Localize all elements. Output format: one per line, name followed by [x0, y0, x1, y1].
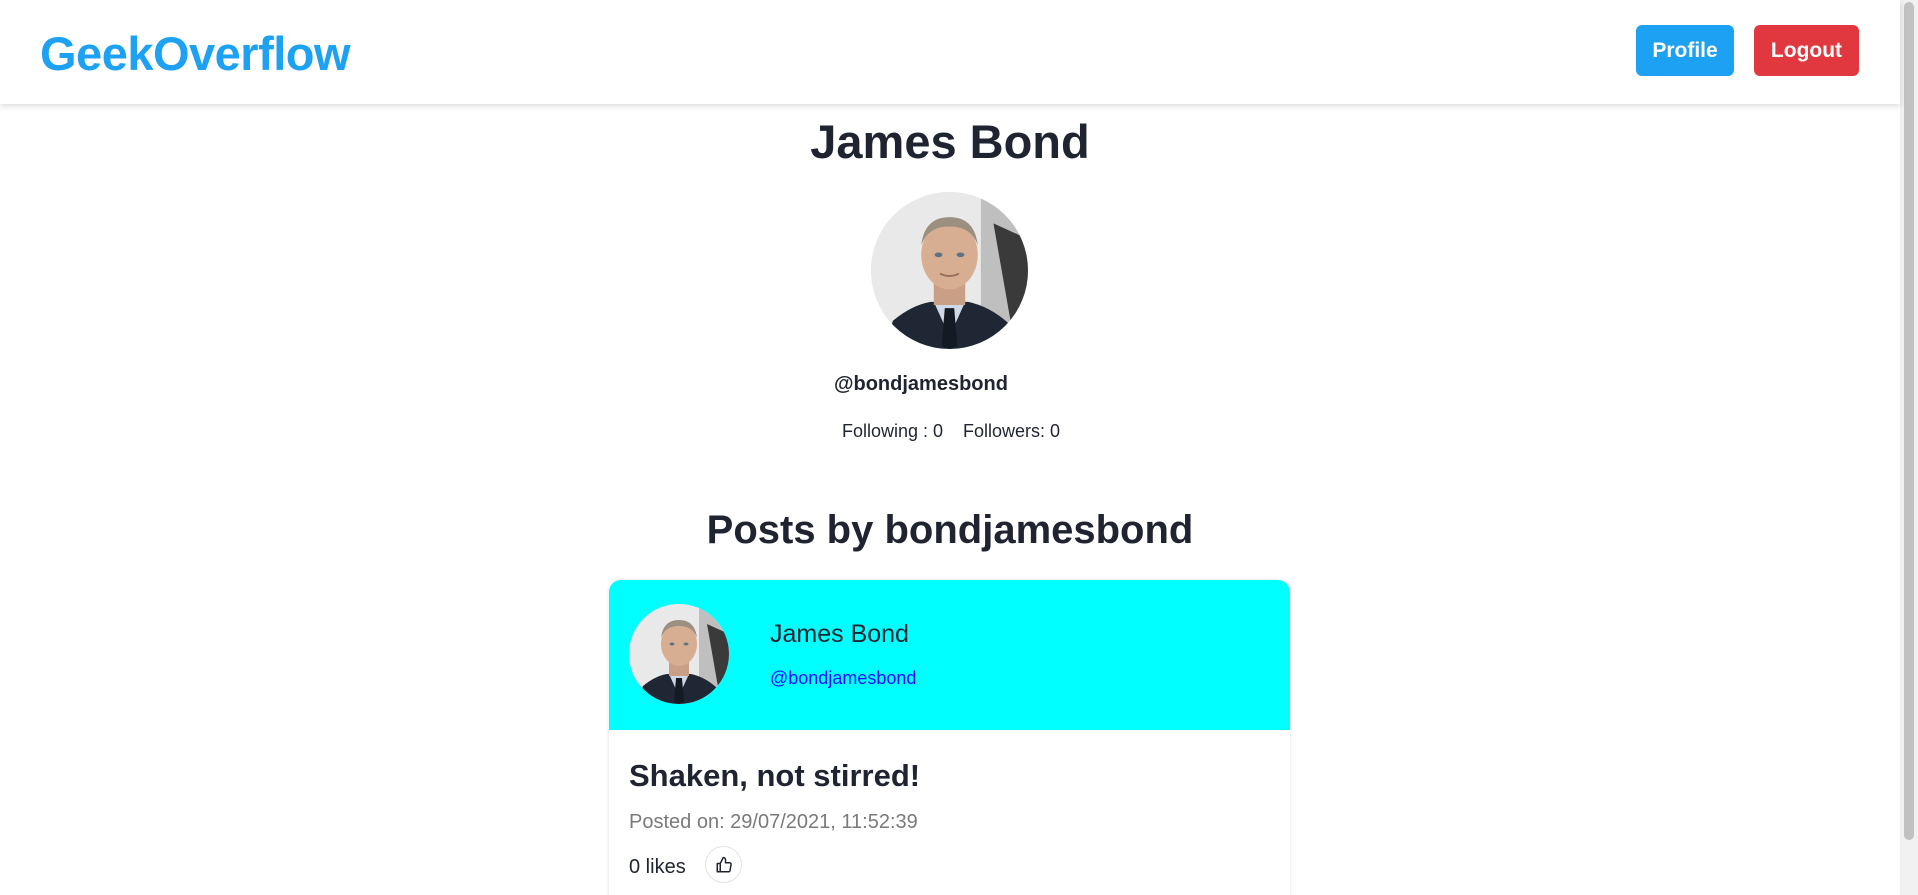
post-card: James Bond @bondjamesbond Shaken, not st…	[609, 580, 1290, 895]
scrollbar-thumb[interactable]	[1904, 2, 1914, 840]
navbar: GeekOverflow Profile Logout	[0, 0, 1900, 104]
post-title: Shaken, not stirred!	[629, 758, 921, 793]
post-timestamp: Posted on: 29/07/2021, 11:52:39	[629, 811, 918, 833]
profile-handle: @bondjamesbond	[834, 373, 1008, 395]
profile-button[interactable]: Profile	[1636, 25, 1734, 76]
person-portrait-icon	[629, 604, 729, 704]
brand-logo[interactable]: GeekOverflow	[40, 26, 351, 81]
like-button[interactable]	[705, 846, 742, 883]
post-author-handle-link[interactable]: @bondjamesbond	[770, 668, 916, 689]
profile-avatar	[871, 192, 1028, 349]
followers-count[interactable]: Followers: 0	[963, 421, 1060, 442]
page-scrollbar[interactable]	[1900, 0, 1918, 895]
post-author-avatar	[629, 604, 729, 704]
person-portrait-icon	[871, 192, 1028, 349]
post-author-name: James Bond	[770, 620, 909, 648]
like-count: 0 likes	[629, 856, 686, 878]
following-count[interactable]: Following : 0	[842, 421, 943, 442]
logout-button[interactable]: Logout	[1754, 25, 1859, 76]
profile-name: James Bond	[810, 115, 1090, 168]
profile-page: James Bond @bondjamesbond Following : 0 …	[0, 104, 1900, 895]
thumbs-up-icon	[716, 856, 732, 872]
post-header: James Bond @bondjamesbond	[609, 580, 1290, 730]
posts-heading: Posts by bondjamesbond	[706, 508, 1194, 552]
